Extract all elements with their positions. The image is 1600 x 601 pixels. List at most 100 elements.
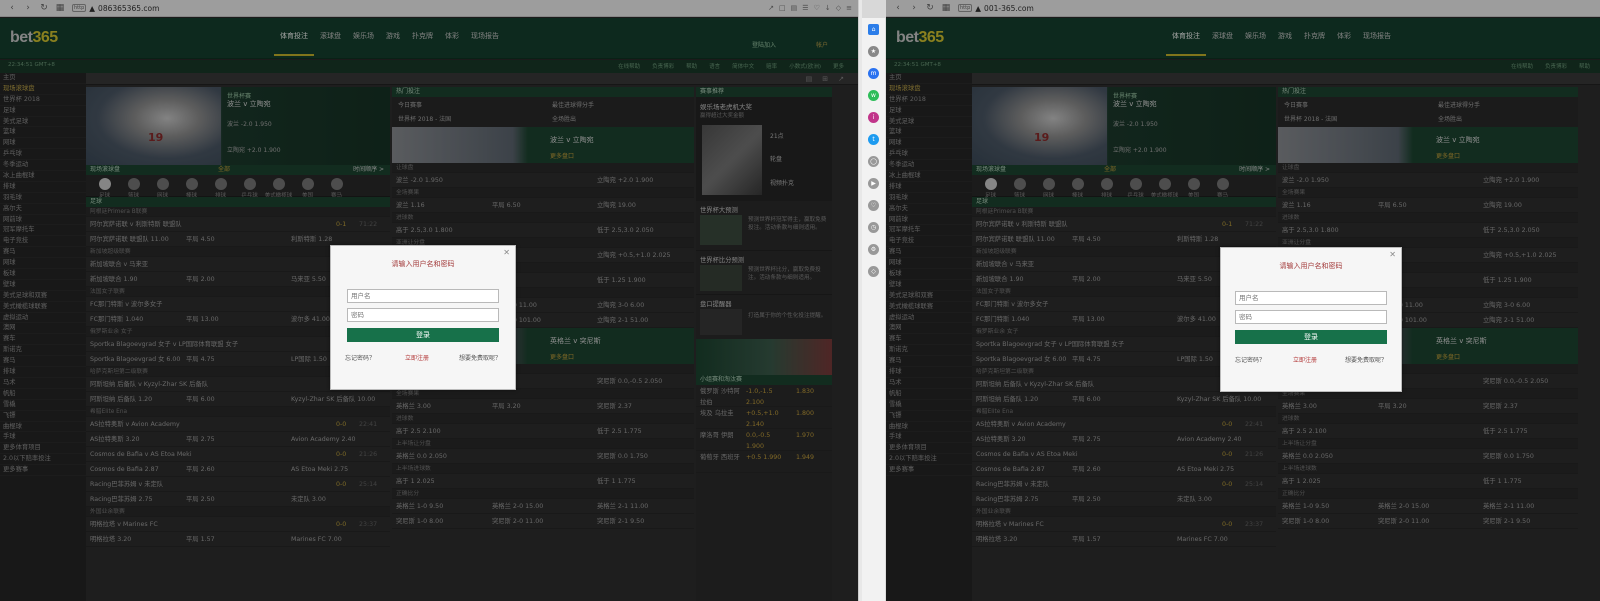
nav-live[interactable]: 滚球盘: [1206, 31, 1239, 56]
odds-draw[interactable]: 平局 2.60: [186, 462, 215, 477]
bet365-logo[interactable]: bet365: [896, 29, 944, 47]
market-odds-a[interactable]: 波兰 1.16: [396, 202, 425, 209]
banner-odds-2[interactable]: 立陶宛 +2.0 1.900: [1113, 145, 1167, 154]
sidebar-item[interactable]: 赛马: [0, 356, 86, 368]
market-odds-b[interactable]: 低于 2.5,3.0 2.050: [1483, 223, 1540, 238]
market-odds-a[interactable]: 英格兰 1-0 9.50: [1282, 503, 1329, 510]
news-item-3[interactable]: 盘口提醒器 打造属于你的个性化投注提醒。: [696, 295, 832, 339]
sport-tab[interactable]: 足球: [976, 175, 1005, 199]
odds-home[interactable]: AS拉特奥斯 3.20: [90, 436, 140, 443]
market-odds-b[interactable]: 突尼斯 2.37: [597, 399, 632, 414]
popular-link-today[interactable]: 今日赛事: [1284, 100, 1308, 109]
market-odds-b[interactable]: 立陶宛 19.00: [597, 198, 636, 213]
odds-away[interactable]: AS Etoa Meki 2.75: [1177, 462, 1234, 477]
market-odds-b[interactable]: 突尼斯 2.37: [1483, 399, 1518, 414]
sidebar-item[interactable]: 赛马: [886, 356, 972, 368]
odds-home[interactable]: FC那门特斯 1.040: [90, 316, 143, 323]
sidebar-item[interactable]: 赛马: [886, 247, 972, 259]
nav-report[interactable]: 现场报告: [1357, 31, 1397, 56]
odds-draw[interactable]: 平局 4.50: [186, 232, 215, 247]
odds-home[interactable]: Cosmos de Bafia 2.87: [976, 466, 1045, 473]
apps-grid-icon[interactable]: ▦: [52, 3, 68, 13]
sport-tab[interactable]: 排球: [1092, 175, 1121, 199]
market-odds-a[interactable]: 英格兰 3.00: [1282, 403, 1317, 410]
match-row[interactable]: 阿尔宾萨诺联 v 利斯特斯 联盟队 0-1 71:22: [972, 217, 1276, 232]
password-input[interactable]: [347, 308, 499, 322]
market-odds-a[interactable]: 高于 2.5,3.0 1.800: [396, 227, 453, 234]
nav-report[interactable]: 现场报告: [465, 31, 505, 56]
grid-icon[interactable]: ⊞: [822, 75, 828, 83]
odds-list-row[interactable]: 埃及 乌拉圭 +0.5,+1.0 2.140 1.800: [696, 407, 832, 429]
back-icon[interactable]: ‹: [4, 3, 20, 13]
odds-away[interactable]: Kyzyl-Zhar SK 后备队 10.00: [291, 392, 375, 407]
market-odds-a[interactable]: 波兰 1.16: [1282, 202, 1311, 209]
popular-banner[interactable]: 波兰 v 立陶宛 更多盘口: [392, 127, 694, 163]
odds-home[interactable]: 阿尔宾萨诺联 联盟队 11.00: [976, 236, 1055, 243]
market-odds-a[interactable]: 高于 2.5 2.100: [396, 428, 441, 435]
sidebar-item[interactable]: 雪橇: [0, 400, 86, 411]
popular-more-link[interactable]: 更多盘口: [550, 151, 574, 160]
instagram-icon[interactable]: i: [868, 112, 879, 123]
nav-sports[interactable]: 体育投注: [1166, 31, 1206, 56]
sidebar-item[interactable]: 帆船: [0, 389, 86, 400]
nav-sports[interactable]: 体育投注: [274, 31, 314, 56]
market-odds-b[interactable]: 低于 2.5,3.0 2.050: [597, 223, 654, 238]
sidebar-item[interactable]: 篮球: [886, 127, 972, 139]
sidebar-item[interactable]: 排球: [886, 367, 972, 378]
market-odds-b[interactable]: 突尼斯 2-1 9.50: [597, 514, 644, 529]
sidebar-item[interactable]: 电子竞技: [886, 236, 972, 248]
twitter-icon[interactable]: t: [868, 134, 879, 145]
odds-list-value-2[interactable]: 1.949: [796, 452, 814, 463]
sidebar-item[interactable]: 板球: [0, 269, 86, 280]
odds-away[interactable]: AS Etoa Meki 2.75: [291, 462, 348, 477]
match-row[interactable]: Racing巴菲苏姆 v 未定队 0-0 25:14: [972, 477, 1276, 492]
settings-icon[interactable]: ⚙: [868, 244, 879, 255]
odds-draw[interactable]: 平局 2.50: [186, 492, 215, 507]
market-odds-a[interactable]: 波兰 -2.0 1.950: [1282, 177, 1329, 184]
market-odds-b[interactable]: 英格兰 2-1 11.00: [1483, 499, 1534, 514]
login-button[interactable]: 登录: [347, 328, 499, 342]
live-sort[interactable]: 时间顺序 >: [353, 165, 384, 175]
sidebar-item[interactable]: 斯诺克: [886, 345, 972, 357]
market-odds-draw[interactable]: 英格兰 2-0 15.00: [1378, 499, 1429, 514]
market-odds-b[interactable]: 突尼斯 2-1 9.50: [1483, 514, 1530, 529]
sidebar-item[interactable]: 曲棍球: [0, 422, 86, 433]
sidebar-item[interactable]: 美式足球: [0, 117, 86, 128]
sidebar-item[interactable]: 冰上曲棍球: [886, 171, 972, 182]
sidebar-item[interactable]: 2.0以下赔率投注: [0, 454, 86, 466]
sidebar-item[interactable]: 帆船: [886, 389, 972, 400]
market-odds-a[interactable]: 波兰 -2.0 1.950: [396, 177, 443, 184]
username-input[interactable]: [347, 289, 499, 303]
odds-home[interactable]: Racing巴菲苏姆 2.75: [90, 496, 153, 503]
reload-icon[interactable]: ↻: [36, 3, 52, 13]
forward-icon[interactable]: ›: [906, 3, 922, 13]
sport-tab[interactable]: 乒乓球: [1121, 175, 1150, 199]
sidebar-item[interactable]: 美式橄榄球联赛: [0, 302, 86, 313]
popular-link-scorer[interactable]: 最佳进球得分手: [1438, 100, 1480, 109]
language-select[interactable]: 简体中文: [732, 62, 754, 70]
sidebar-item[interactable]: 虚拟运动: [886, 313, 972, 324]
sidebar-item[interactable]: 足球: [886, 106, 972, 117]
odds-home[interactable]: 阿斯坦纳 后备队 1.20: [90, 396, 152, 403]
sidebar-item[interactable]: 澳网: [0, 323, 86, 335]
sidebar-item[interactable]: 羽毛球: [886, 193, 972, 204]
market-odds-b[interactable]: 立陶宛 2-1 51.00: [1483, 313, 1534, 328]
sidebar-item[interactable]: 壁球: [886, 280, 972, 291]
sport-tab[interactable]: 美国: [293, 175, 322, 199]
popular-banner-2-more[interactable]: 更多盘口: [550, 352, 574, 361]
reload-icon[interactable]: ↻: [922, 3, 938, 13]
match-row[interactable]: AS拉特奥斯 v Avion Academy 0-0 22:41: [972, 417, 1276, 432]
help-online-link[interactable]: 在线帮助: [618, 62, 640, 70]
address-bar-right[interactable]: http ▲ 001-365.com: [958, 4, 1600, 13]
news-item-2[interactable]: 世界杯比分预测 预测世界杯比分，赢取免费投注。活动条款与细则适用。: [696, 251, 832, 295]
sidebar-item[interactable]: 更多赛事: [886, 465, 972, 476]
popular-link-winner[interactable]: 全场胜出: [552, 114, 576, 123]
sidebar-item[interactable]: 世界杯 2018: [0, 95, 86, 106]
market-odds-b[interactable]: 低于 1 1.775: [597, 474, 636, 489]
odds-away[interactable]: 未定队 3.00: [1177, 492, 1212, 507]
market-odds-draw[interactable]: 平局 3.20: [492, 399, 521, 414]
market-odds-b[interactable]: 突尼斯 0.0 1.750: [597, 449, 648, 464]
odds-away[interactable]: LP国际 1.50: [291, 352, 327, 367]
sidebar-item[interactable]: 马术: [0, 378, 86, 389]
sidebar-item[interactable]: 现场滚球盘: [0, 84, 86, 95]
